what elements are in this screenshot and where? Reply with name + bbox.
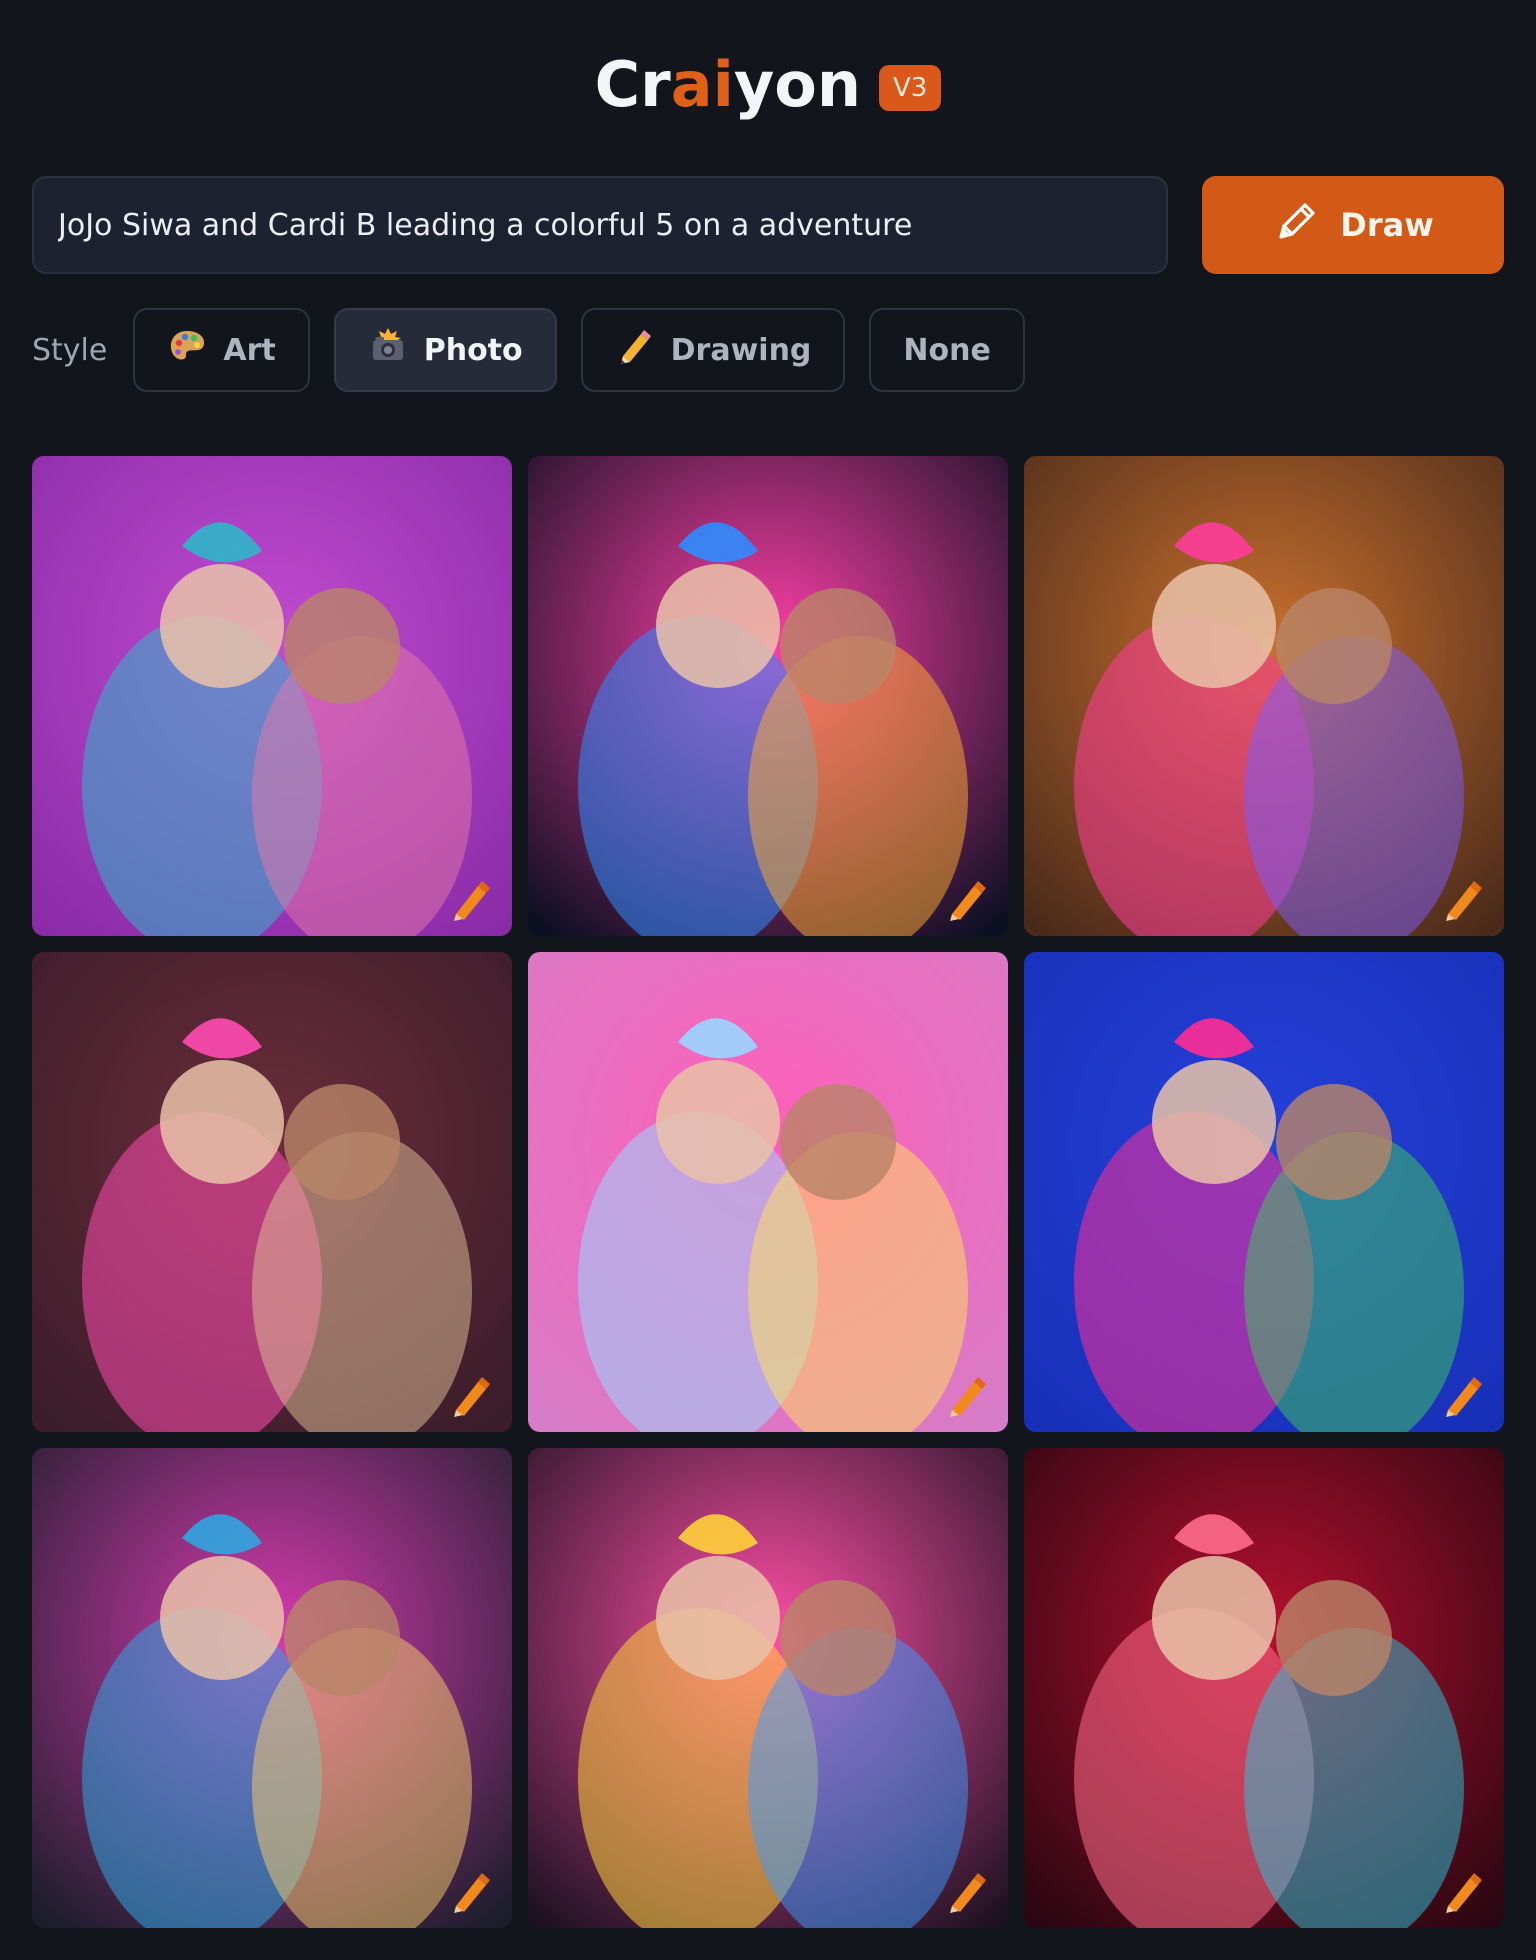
pencil-icon[interactable] — [1440, 872, 1490, 922]
style-option-label: None — [903, 332, 991, 368]
pencil-icon[interactable] — [944, 872, 994, 922]
generated-image-art — [32, 952, 512, 1432]
style-option-label: Drawing — [670, 332, 812, 368]
generated-image-art — [1024, 952, 1504, 1432]
craiyon-page: Craiyon V3 Draw Style — [0, 0, 1536, 1960]
result-image[interactable] — [1024, 1448, 1504, 1928]
style-option-drawing[interactable]: Drawing — [580, 308, 846, 392]
camera-flash-icon — [368, 326, 408, 374]
generated-image-art — [528, 952, 1008, 1432]
prompt-input[interactable] — [32, 176, 1168, 274]
craiyon-logo[interactable]: Craiyon — [595, 54, 861, 116]
version-badge: V3 — [879, 65, 942, 111]
draw-button[interactable]: Draw — [1202, 176, 1504, 274]
pencil-icon — [615, 326, 655, 374]
result-image[interactable] — [32, 952, 512, 1432]
generated-image-art — [528, 1448, 1008, 1928]
generated-image-art — [1024, 456, 1504, 936]
draw-button-label: Draw — [1340, 206, 1434, 244]
pencil-icon[interactable] — [448, 1864, 498, 1914]
generated-image-art — [1024, 1448, 1504, 1928]
result-image[interactable] — [32, 1448, 512, 1928]
result-image[interactable] — [1024, 456, 1504, 936]
style-selector: Style Art Photo Drawing None — [32, 308, 1025, 392]
result-image[interactable] — [528, 456, 1008, 936]
results-grid — [32, 456, 1504, 1928]
style-option-none[interactable]: None — [869, 308, 1025, 392]
style-option-label: Art — [223, 332, 276, 368]
result-image[interactable] — [32, 456, 512, 936]
result-image[interactable] — [528, 952, 1008, 1432]
header: Craiyon V3 — [0, 40, 1536, 130]
style-option-photo[interactable]: Photo — [333, 308, 557, 392]
result-image[interactable] — [1024, 952, 1504, 1432]
pencil-icon[interactable] — [1440, 1368, 1490, 1418]
style-option-label: Photo — [423, 332, 523, 368]
generated-image-art — [32, 456, 512, 936]
logo-text-accent: ai — [670, 48, 734, 121]
pencil-icon — [1272, 196, 1322, 254]
pencil-icon[interactable] — [944, 1864, 994, 1914]
pencil-icon[interactable] — [1440, 1864, 1490, 1914]
result-image[interactable] — [528, 1448, 1008, 1928]
generated-image-art — [32, 1448, 512, 1928]
pencil-icon[interactable] — [944, 1368, 994, 1418]
pencil-icon[interactable] — [448, 1368, 498, 1418]
pencil-icon[interactable] — [448, 872, 498, 922]
generated-image-art — [528, 456, 1008, 936]
logo-text-end: yon — [733, 48, 861, 121]
style-option-art[interactable]: Art — [133, 308, 310, 392]
style-label: Style — [32, 332, 108, 368]
palette-icon — [167, 326, 207, 374]
logo-text-start: Cr — [594, 48, 671, 121]
